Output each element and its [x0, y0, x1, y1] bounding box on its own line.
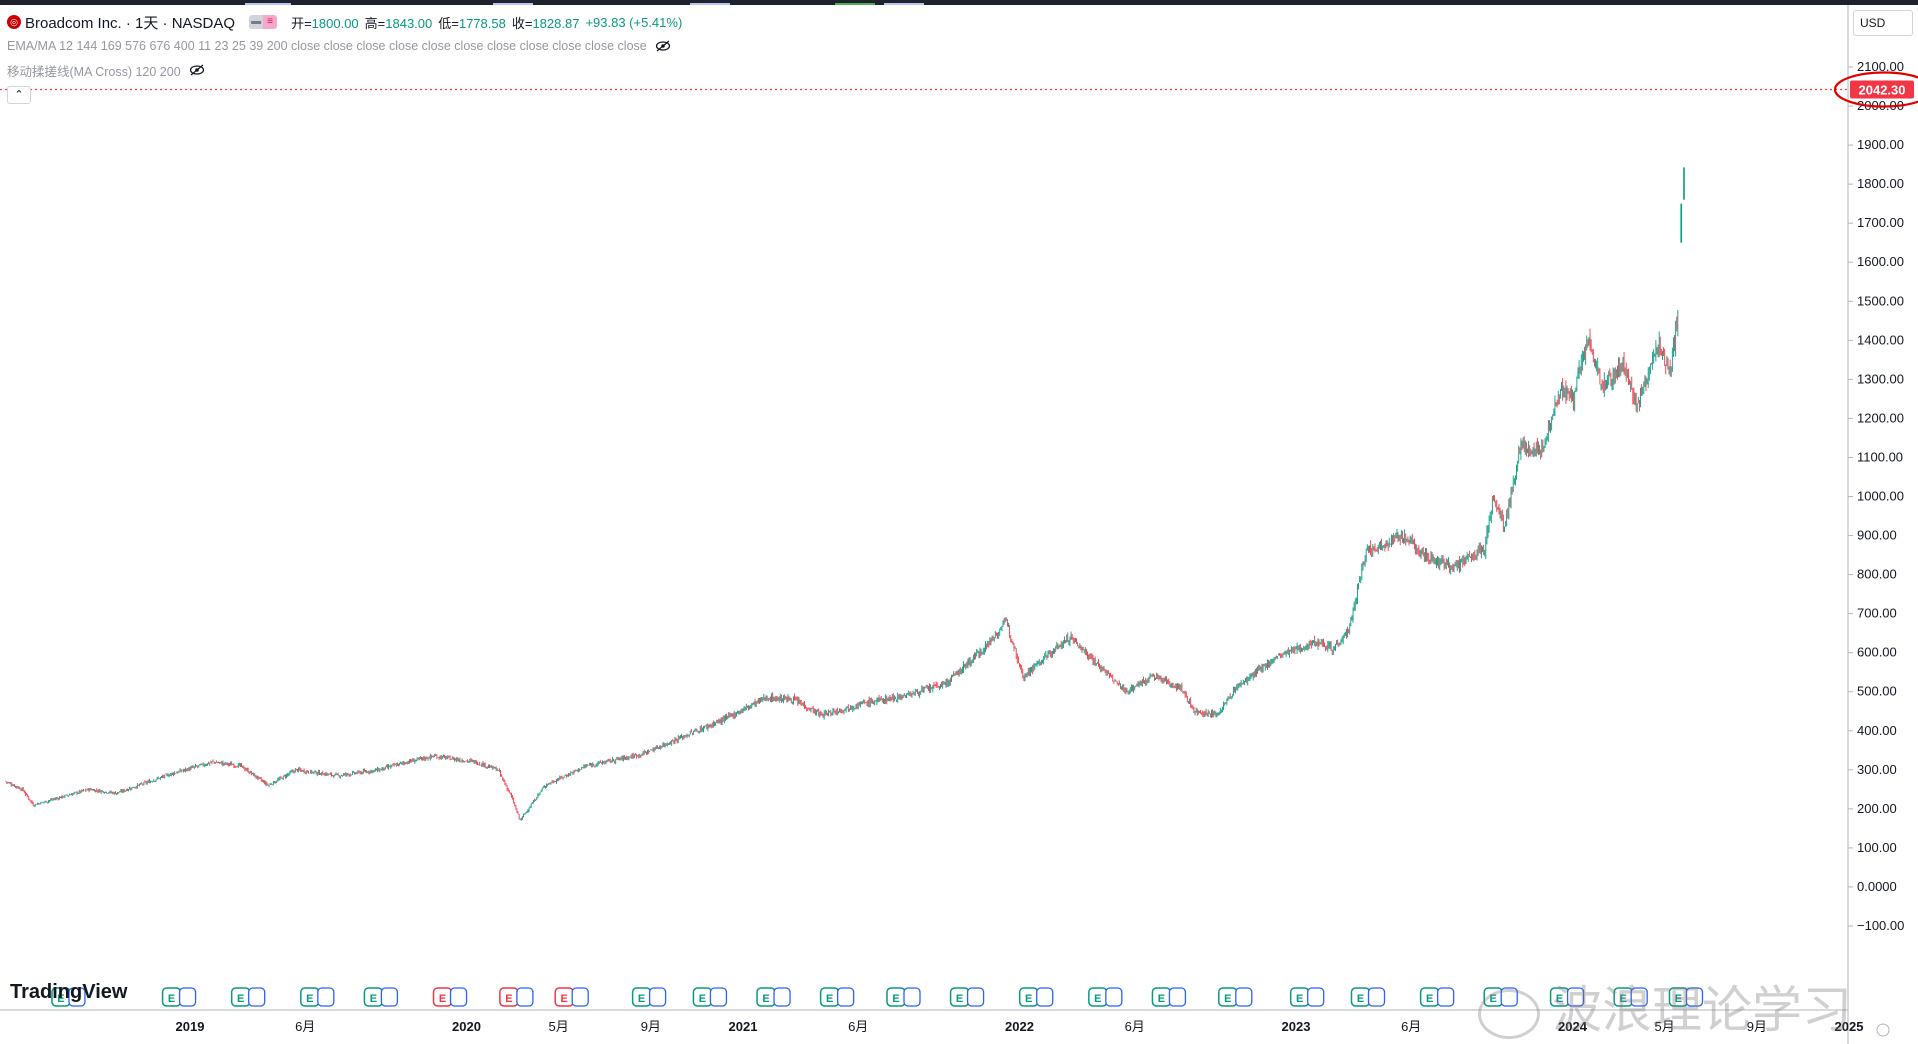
high-value: 高=1843.00 — [364, 15, 433, 31]
earnings-marker-label: E — [1357, 993, 1364, 1005]
earnings-marker-label: E — [1158, 993, 1165, 1005]
y-tick-label: 1700.00 — [1857, 215, 1904, 230]
earnings-marker-label: E — [306, 993, 313, 1005]
y-tick-label: 500.00 — [1857, 684, 1897, 699]
watermark: 波浪理论学习 — [1478, 970, 1852, 1042]
low-value: 低=1778.58 — [438, 15, 506, 31]
y-tick-label: 1500.00 — [1857, 293, 1904, 308]
y-tick-label: 1200.00 — [1857, 410, 1904, 425]
indicator-macross-label[interactable]: 移动揉搓线(MA Cross) 120 200 — [7, 61, 181, 80]
compare-style-icon[interactable]: ≡ — [263, 15, 278, 29]
change-value: +93.83 (+5.41%) — [585, 14, 683, 30]
y-tick-label: 1600.00 — [1857, 254, 1904, 269]
open-value: 开=1800.00 — [291, 15, 359, 31]
earnings-marker-label: E — [237, 993, 244, 1005]
earnings-marker-label: E — [826, 993, 833, 1005]
x-tick-label: 9月 — [641, 1019, 661, 1034]
earnings-marker-label: E — [956, 993, 963, 1005]
dividend-marker[interactable] — [648, 987, 667, 1007]
earnings-marker-label: E — [439, 993, 446, 1005]
y-tick-label: 600.00 — [1857, 645, 1897, 660]
dividend-marker[interactable] — [903, 987, 921, 1007]
dividend-marker[interactable] — [1168, 987, 1187, 1007]
y-tick-label: 0.0000 — [1857, 879, 1897, 894]
eye-hidden-icon[interactable] — [189, 64, 205, 76]
earnings-marker-label: E — [168, 993, 175, 1005]
x-tick-label: 2023 — [1282, 1019, 1311, 1034]
y-tick-label: 300.00 — [1857, 762, 1897, 777]
y-tick-label: 1300.00 — [1857, 371, 1904, 386]
price-chart[interactable]: 2100.002000.001900.001800.001700.001600.… — [0, 0, 1918, 1044]
dividend-marker[interactable] — [709, 987, 728, 1007]
last-price-label: 2042.30 — [1859, 83, 1906, 98]
dividend-marker[interactable] — [836, 987, 855, 1007]
earnings-marker-label: E — [892, 993, 899, 1005]
dividend-marker[interactable] — [380, 987, 399, 1007]
earnings-marker-label: E — [638, 993, 645, 1005]
y-tick-label: 400.00 — [1857, 723, 1897, 738]
y-tick-label: 800.00 — [1857, 567, 1897, 582]
dividend-marker[interactable] — [1307, 987, 1325, 1007]
close-value: 收=1828.87 — [511, 15, 580, 31]
symbol-title[interactable]: Broadcom Inc. · 1天 · NASDAQ — [25, 12, 235, 33]
y-tick-label: −100.00 — [1857, 918, 1904, 933]
x-tick-label: 6月 — [1401, 1019, 1421, 1034]
dividend-marker[interactable] — [317, 987, 335, 1007]
earnings-marker-label: E — [370, 993, 377, 1005]
indicator-ema-label[interactable]: EMA/MA 12 144 169 576 676 400 11 23 25 3… — [7, 39, 647, 53]
earnings-marker-label: E — [1426, 993, 1433, 1005]
y-tick-label: 100.00 — [1857, 840, 1897, 855]
top-toolbar-edge — [0, 0, 1918, 5]
dividend-marker[interactable] — [248, 987, 266, 1007]
y-tick-label: 200.00 — [1857, 801, 1897, 816]
dividend-marker[interactable] — [773, 987, 791, 1007]
dividend-marker[interactable] — [1036, 987, 1054, 1007]
weibo-logo-icon — [1478, 988, 1540, 1039]
earnings-marker-label: E — [762, 993, 769, 1005]
x-tick-label: 2020 — [452, 1019, 481, 1034]
y-tick-label: 900.00 — [1857, 528, 1897, 543]
y-tick-label: 700.00 — [1857, 606, 1897, 621]
earnings-marker-label: E — [1296, 993, 1303, 1005]
dividend-marker[interactable] — [449, 987, 468, 1007]
earnings-marker-label: E — [561, 993, 568, 1005]
y-tick-label: 1100.00 — [1857, 449, 1903, 464]
chevron-up-icon[interactable]: ⌃ — [7, 86, 31, 104]
y-tick-label: 1900.00 — [1857, 137, 1904, 152]
dividend-marker[interactable] — [1235, 987, 1253, 1007]
symbol-row: ◎ Broadcom Inc. · 1天 · NASDAQ ▬ ≡ 开=1800… — [7, 10, 688, 34]
currency-selector[interactable]: USD — [1853, 10, 1913, 36]
earnings-marker-label: E — [1094, 993, 1101, 1005]
y-tick-label: 1800.00 — [1857, 176, 1904, 191]
dividend-marker[interactable] — [1436, 987, 1455, 1007]
dividend-marker[interactable] — [1105, 987, 1123, 1007]
x-tick-label: 6月 — [295, 1019, 315, 1034]
indicator-ema-row[interactable]: EMA/MA 12 144 169 576 676 400 11 23 25 3… — [7, 34, 688, 58]
x-tick-label: 5月 — [549, 1019, 569, 1034]
tradingview-logo: TradingView — [10, 981, 128, 1003]
chart-style-toggle[interactable]: ▬ ≡ — [249, 15, 278, 29]
earnings-marker-label: E — [505, 993, 512, 1005]
earnings-marker-label: E — [699, 993, 706, 1005]
dividend-marker[interactable] — [516, 987, 534, 1007]
y-tick-label: 1000.00 — [1857, 489, 1904, 504]
bar-style-icon[interactable]: ▬ — [249, 15, 264, 29]
earnings-marker-label: E — [1025, 993, 1032, 1005]
earnings-marker-label: E — [1224, 993, 1231, 1005]
chart-legend: ◎ Broadcom Inc. · 1天 · NASDAQ ▬ ≡ 开=1800… — [7, 10, 688, 82]
x-tick-label: 2021 — [729, 1019, 758, 1034]
eye-hidden-icon[interactable] — [655, 40, 671, 52]
dividend-marker[interactable] — [966, 987, 985, 1007]
x-tick-label: 6月 — [848, 1019, 868, 1034]
dividend-marker[interactable] — [1367, 987, 1386, 1007]
x-tick-label: 2019 — [176, 1019, 205, 1034]
indicator-macross-row[interactable]: 移动揉搓线(MA Cross) 120 200 — [7, 58, 688, 82]
y-tick-label: 1400.00 — [1857, 332, 1904, 347]
x-tick-label: 6月 — [1125, 1019, 1145, 1034]
auto-scale-icon[interactable] — [1876, 1023, 1890, 1037]
dividend-marker[interactable] — [571, 987, 589, 1007]
dividend-marker[interactable] — [178, 987, 197, 1007]
x-tick-label: 2022 — [1005, 1019, 1034, 1034]
broadcom-logo-icon: ◎ — [7, 15, 21, 29]
